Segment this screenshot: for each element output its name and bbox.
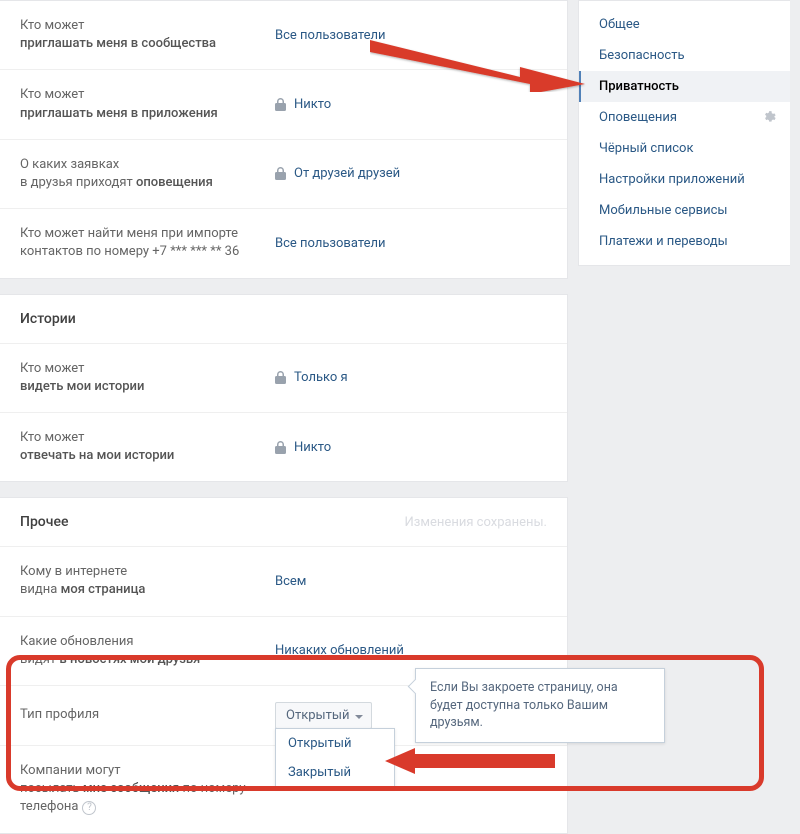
- sidebar-item-general[interactable]: Общее: [579, 9, 790, 40]
- stories-card: Истории Кто может видеть мои истории Тол…: [0, 294, 568, 483]
- lock-icon: [275, 441, 286, 454]
- sidebar-item-security[interactable]: Безопасность: [579, 40, 790, 71]
- profile-type-tooltip: Если Вы закроете страницу, она будет дос…: [415, 668, 665, 743]
- saved-indicator: Изменения сохранены.: [405, 515, 547, 530]
- row-value[interactable]: Никаких обновлений: [275, 643, 404, 658]
- row-find-by-phone[interactable]: Кто может найти меня при импорте контакт…: [0, 208, 567, 277]
- lock-icon: [275, 167, 286, 180]
- dropdown-menu: Открытый Закрытый: [275, 728, 395, 788]
- row-value[interactable]: Открытый Открытый Закрытый: [275, 702, 372, 729]
- dropdown-option-open[interactable]: Открытый: [276, 729, 394, 758]
- lock-icon: [275, 98, 286, 111]
- row-invite-apps[interactable]: Кто может приглашать меня в приложения Н…: [0, 69, 567, 138]
- row-value[interactable]: Никто: [275, 97, 331, 112]
- row-friend-request-notif[interactable]: О каких заявках в друзья приходят оповещ…: [0, 139, 567, 208]
- lock-icon: [275, 371, 286, 384]
- sidebar-menu: Общее Безопасность Приватность Оповещени…: [578, 0, 790, 266]
- sidebar-item-blacklist[interactable]: Чёрный список: [579, 133, 790, 164]
- contact-settings-card: Кто может приглашать меня в сообщества В…: [0, 0, 568, 279]
- profile-type-dropdown[interactable]: Открытый Открытый Закрытый: [275, 702, 372, 729]
- sidebar-item-privacy[interactable]: Приватность: [579, 71, 790, 102]
- row-stories-reply[interactable]: Кто может отвечать на мои истории Никто: [0, 412, 567, 481]
- row-invite-communities[interactable]: Кто может приглашать меня в сообщества В…: [0, 1, 567, 69]
- row-value[interactable]: Всем: [275, 574, 306, 589]
- row-value[interactable]: Все пользователи: [275, 28, 386, 43]
- row-value[interactable]: От друзей друзей: [275, 166, 400, 181]
- sidebar-item-notifications[interactable]: Оповещения: [579, 102, 790, 133]
- row-value[interactable]: Все пользователи: [275, 236, 386, 251]
- sidebar-item-app-settings[interactable]: Настройки приложений: [579, 164, 790, 195]
- other-header: Прочее Изменения сохранены.: [0, 498, 567, 546]
- row-value[interactable]: Никто: [275, 440, 331, 455]
- row-stories-view[interactable]: Кто может видеть мои истории Только я: [0, 343, 567, 412]
- sidebar-item-mobile[interactable]: Мобильные сервисы: [579, 195, 790, 226]
- sidebar-item-payments[interactable]: Платежи и переводы: [579, 226, 790, 257]
- row-value[interactable]: Только я: [275, 370, 348, 385]
- gear-icon[interactable]: [762, 110, 776, 128]
- dropdown-toggle[interactable]: Открытый: [275, 702, 372, 729]
- info-icon[interactable]: ?: [82, 801, 96, 815]
- row-page-visibility[interactable]: Кому в интернете видна моя страница Всем: [0, 546, 567, 615]
- other-card: Прочее Изменения сохранены. Кому в интер…: [0, 497, 568, 833]
- dropdown-option-closed[interactable]: Закрытый: [276, 758, 394, 787]
- stories-header: Истории: [0, 295, 567, 343]
